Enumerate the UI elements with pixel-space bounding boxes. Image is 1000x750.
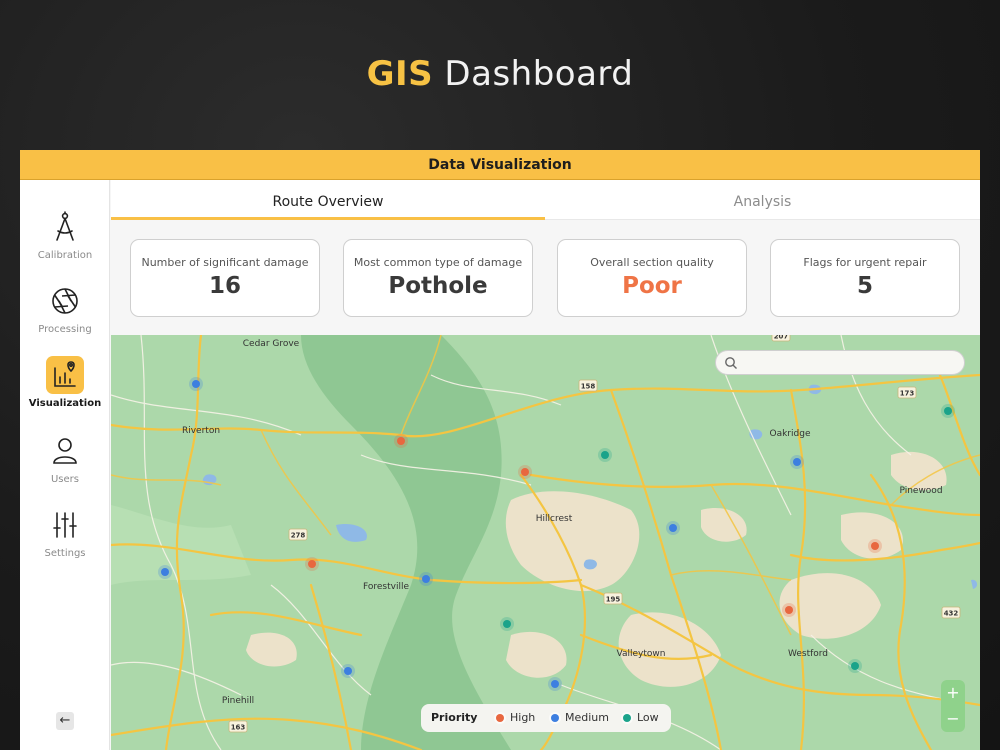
sidebar: Calibration Processing Visualization Use… (20, 180, 110, 750)
route-shield-158: 158 (581, 383, 596, 391)
damage-marker-low[interactable] (500, 617, 514, 631)
sidebar-item-visualization[interactable]: Visualization (20, 356, 110, 409)
zoom-out-button[interactable]: − (941, 706, 965, 732)
stat-card-section-quality: Overall section quality Poor (557, 239, 747, 317)
tab-route-overview[interactable]: Route Overview (111, 180, 545, 220)
page-title-accent: GIS (366, 54, 434, 94)
damage-marker-high[interactable] (394, 434, 408, 448)
sidebar-item-users[interactable]: Users (20, 432, 110, 485)
search-icon (724, 356, 738, 370)
stat-label: Overall section quality (590, 256, 714, 269)
damage-marker-high[interactable] (868, 539, 882, 553)
legend-label: Medium (565, 711, 609, 724)
damage-marker-medium[interactable] (158, 565, 172, 579)
page-title-rest: Dashboard (433, 54, 634, 94)
tab-bar: Route Overview Analysis (111, 180, 980, 220)
sidebar-item-settings[interactable]: Settings (20, 506, 110, 559)
damage-marker-medium[interactable] (189, 377, 203, 391)
place-label: Pinewood (899, 486, 942, 496)
damage-marker-low[interactable] (598, 448, 612, 462)
legend-dot-medium (551, 713, 559, 722)
sidebar-item-label: Users (50, 474, 79, 485)
route-shield-207: 207 (774, 335, 789, 341)
sidebar-item-calibration[interactable]: Calibration (20, 208, 110, 261)
priority-legend: Priority High Medium Low (421, 704, 671, 732)
legend-dot-low (623, 713, 631, 722)
sidebar-item-label: Visualization (28, 398, 102, 409)
tab-analysis[interactable]: Analysis (545, 180, 980, 220)
route-shield-278: 278 (291, 532, 306, 540)
stat-card-urgent-flags: Flags for urgent repair 5 (770, 239, 960, 317)
route-shield-195: 195 (606, 596, 621, 604)
sidebar-item-processing[interactable]: Processing (20, 282, 110, 335)
sidebar-item-label: Processing (38, 324, 92, 335)
route-shield-173: 173 (900, 390, 915, 398)
sliders-icon (46, 506, 84, 544)
compass-icon (46, 208, 84, 246)
damage-marker-high[interactable] (305, 557, 319, 571)
panel-header: Data Visualization (20, 150, 980, 180)
damage-marker-medium[interactable] (419, 572, 433, 586)
page-title: GIS Dashboard (0, 54, 1000, 94)
data-visualization-panel: Data Visualization Calibration Processin… (20, 150, 980, 750)
stat-label: Flags for urgent repair (803, 256, 927, 269)
legend-item-medium: Medium (551, 704, 609, 732)
aperture-icon (46, 282, 84, 320)
damage-marker-low[interactable] (848, 659, 862, 673)
stat-label: Most common type of damage (353, 256, 523, 269)
damage-marker-medium[interactable] (666, 521, 680, 535)
legend-title: Priority (431, 711, 478, 724)
zoom-in-button[interactable]: + (941, 680, 965, 706)
legend-dot-high (496, 713, 504, 722)
stat-value: Pothole (388, 273, 488, 299)
stat-value: Poor (622, 273, 682, 299)
damage-marker-medium[interactable] (790, 455, 804, 469)
place-label: Oakridge (770, 429, 811, 439)
place-label: Valleytown (617, 649, 666, 659)
place-label: Westford (788, 649, 828, 659)
map-search-box[interactable] (715, 350, 965, 375)
route-shield-432: 432 (944, 610, 959, 618)
map-canvas[interactable]: 158 173 278 195 432 163 207 Cedar Grove … (111, 335, 980, 750)
damage-marker-high[interactable] (782, 603, 796, 617)
damage-marker-medium[interactable] (548, 677, 562, 691)
stat-label: Number of significant damage (141, 256, 309, 269)
route-shield-163: 163 (231, 724, 246, 732)
sidebar-item-label: Calibration (37, 250, 93, 261)
legend-item-high: High (496, 704, 535, 732)
map-chart-icon (46, 356, 84, 394)
user-icon (46, 432, 84, 470)
stat-card-damage-type: Most common type of damage Pothole (343, 239, 533, 317)
stat-value: 16 (208, 273, 241, 299)
sidebar-item-label: Settings (44, 548, 86, 559)
stat-value: 5 (856, 273, 873, 299)
place-label: Riverton (182, 426, 220, 436)
legend-item-low: Low (623, 704, 659, 732)
damage-marker-medium[interactable] (341, 664, 355, 678)
collapse-sidebar-button[interactable]: ← (56, 712, 74, 730)
place-label: Hillcrest (536, 514, 573, 524)
damage-marker-low[interactable] (941, 404, 955, 418)
place-label: Pinehill (222, 696, 254, 706)
zoom-control: + − (941, 680, 965, 732)
legend-label: Low (637, 711, 659, 724)
map-search-input[interactable] (742, 354, 957, 372)
stats-row: Number of significant damage 16 Most com… (111, 239, 980, 317)
place-label: Cedar Grove (243, 339, 300, 349)
damage-marker-high[interactable] (518, 465, 532, 479)
main-content: Route Overview Analysis Number of signif… (111, 180, 980, 750)
stat-card-significant-damage: Number of significant damage 16 (130, 239, 320, 317)
place-label: Forestville (363, 582, 409, 592)
map-view[interactable]: 158 173 278 195 432 163 207 Cedar Grove … (111, 335, 980, 750)
legend-label: High (510, 711, 536, 724)
